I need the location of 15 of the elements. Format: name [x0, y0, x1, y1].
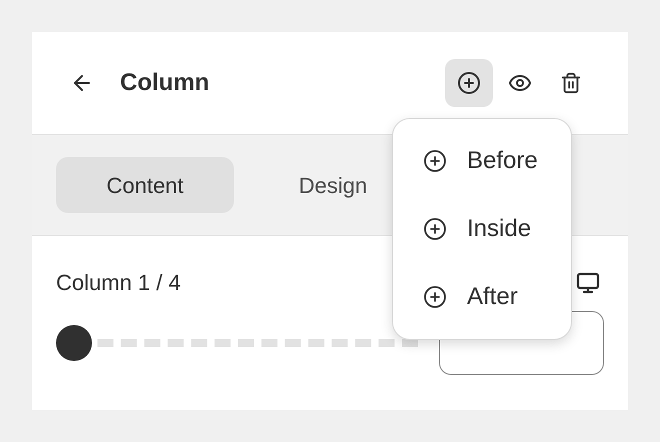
plus-icon	[423, 149, 447, 173]
add-button[interactable]	[445, 59, 493, 107]
column-label: Column 1 / 4	[56, 269, 181, 297]
menu-item-label: Inside	[467, 214, 532, 244]
slider-thumb[interactable]	[56, 325, 92, 361]
plus-icon	[457, 71, 481, 95]
tab[interactable]: Content	[56, 157, 234, 213]
desktop-icon[interactable]	[576, 270, 600, 294]
menu-item-label: After	[467, 282, 518, 312]
trash-icon	[560, 72, 582, 94]
panel-title: Column	[120, 68, 210, 98]
menu-item[interactable]: After	[393, 276, 571, 318]
plus-icon	[423, 217, 447, 241]
menu-item-label: Before	[467, 146, 538, 176]
plus-icon	[423, 285, 447, 309]
